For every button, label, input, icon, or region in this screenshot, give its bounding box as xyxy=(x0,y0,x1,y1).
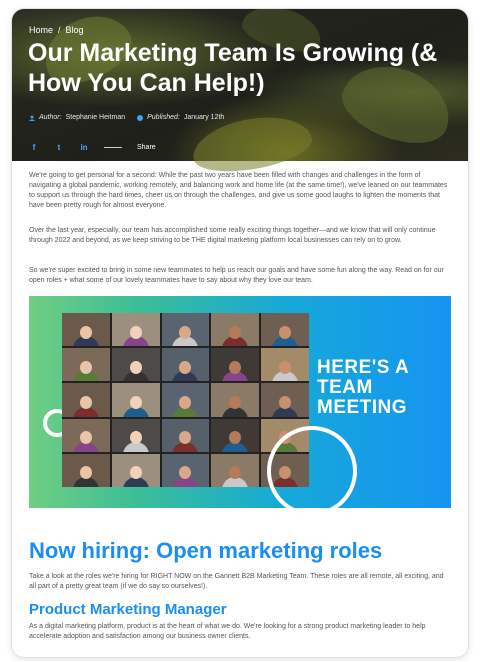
participant-face xyxy=(79,396,92,409)
video-tile xyxy=(211,383,260,417)
video-tile xyxy=(261,383,309,417)
page-title: Our Marketing Team Is Growing (& How You… xyxy=(28,39,438,97)
share-bar: f t in Share xyxy=(29,142,156,152)
paragraph-2: Over the last year, especially, our team… xyxy=(29,227,436,244)
video-tile xyxy=(62,313,110,347)
video-tile xyxy=(211,418,260,452)
participant-face xyxy=(279,360,292,374)
participant-face xyxy=(129,466,142,480)
meeting-caption-line: MEETING xyxy=(317,397,408,418)
ring-decoration xyxy=(267,426,357,508)
author-label: Author: xyxy=(39,114,62,121)
breadcrumb: Home / Blog xyxy=(29,25,84,35)
participant-face xyxy=(279,325,292,339)
video-tile xyxy=(161,418,210,452)
facebook-icon[interactable]: f xyxy=(29,142,39,152)
article-card: Home / Blog Our Marketing Team Is Growin… xyxy=(12,9,468,657)
video-tile xyxy=(111,418,160,452)
calendar-icon xyxy=(137,114,144,121)
participant-face xyxy=(279,396,292,409)
paragraph-3: So we're super excited to bring in some … xyxy=(29,267,444,284)
paragraph-1: We're going to get personal for a second… xyxy=(29,172,448,209)
video-tile xyxy=(261,313,309,347)
video-tile xyxy=(111,453,160,487)
user-icon xyxy=(29,115,35,121)
video-tile xyxy=(62,453,110,487)
video-tile xyxy=(111,313,160,347)
hiring-heading: Now hiring: Open marketing roles xyxy=(29,538,383,563)
published-date: January 12th xyxy=(183,114,225,121)
video-tile xyxy=(211,348,260,382)
team-meeting-image: HERE'S A TEAM MEETING xyxy=(29,296,451,508)
article-meta: Author: Stephanie Heitman Published: Jan… xyxy=(29,114,224,121)
meeting-caption: HERE'S A TEAM MEETING xyxy=(317,358,409,418)
video-tile xyxy=(161,313,210,347)
share-label: Share xyxy=(137,143,156,151)
participant-face xyxy=(129,325,142,339)
hiring-intro: Take a look at the roles we're hiring fo… xyxy=(29,573,444,590)
breadcrumb-blog[interactable]: Blog xyxy=(66,25,84,35)
participant-face xyxy=(129,431,142,445)
breadcrumb-home[interactable]: Home xyxy=(29,25,53,35)
meeting-caption-line: HERE'S A xyxy=(317,357,410,378)
video-tile xyxy=(111,348,160,382)
participant-face xyxy=(79,325,92,339)
participant-face xyxy=(129,396,142,409)
author-name: Stephanie Heitman xyxy=(65,114,126,121)
video-tile xyxy=(261,348,309,382)
breadcrumb-separator: / xyxy=(58,25,61,35)
video-tile xyxy=(161,348,210,382)
role-title: Product Marketing Manager xyxy=(29,601,227,618)
meeting-caption-line: TEAM xyxy=(317,377,373,398)
video-tile xyxy=(62,348,110,382)
participant-face xyxy=(229,325,242,339)
participant-face xyxy=(129,360,142,374)
video-tile xyxy=(161,383,210,417)
share-divider xyxy=(104,146,122,148)
video-tile xyxy=(62,383,110,417)
linkedin-icon[interactable]: in xyxy=(79,142,89,152)
video-tile xyxy=(211,313,260,347)
video-tile xyxy=(211,453,260,487)
role-description: As a digital marketing platform, product… xyxy=(29,623,426,640)
twitter-icon[interactable]: t xyxy=(54,142,64,152)
participant-face xyxy=(79,360,92,374)
published-label: Published: xyxy=(147,114,180,121)
hero-banner: Home / Blog Our Marketing Team Is Growin… xyxy=(12,9,468,180)
participant-face xyxy=(79,431,92,445)
video-tile xyxy=(111,383,160,417)
video-tile xyxy=(161,453,210,487)
video-tile xyxy=(62,418,110,452)
